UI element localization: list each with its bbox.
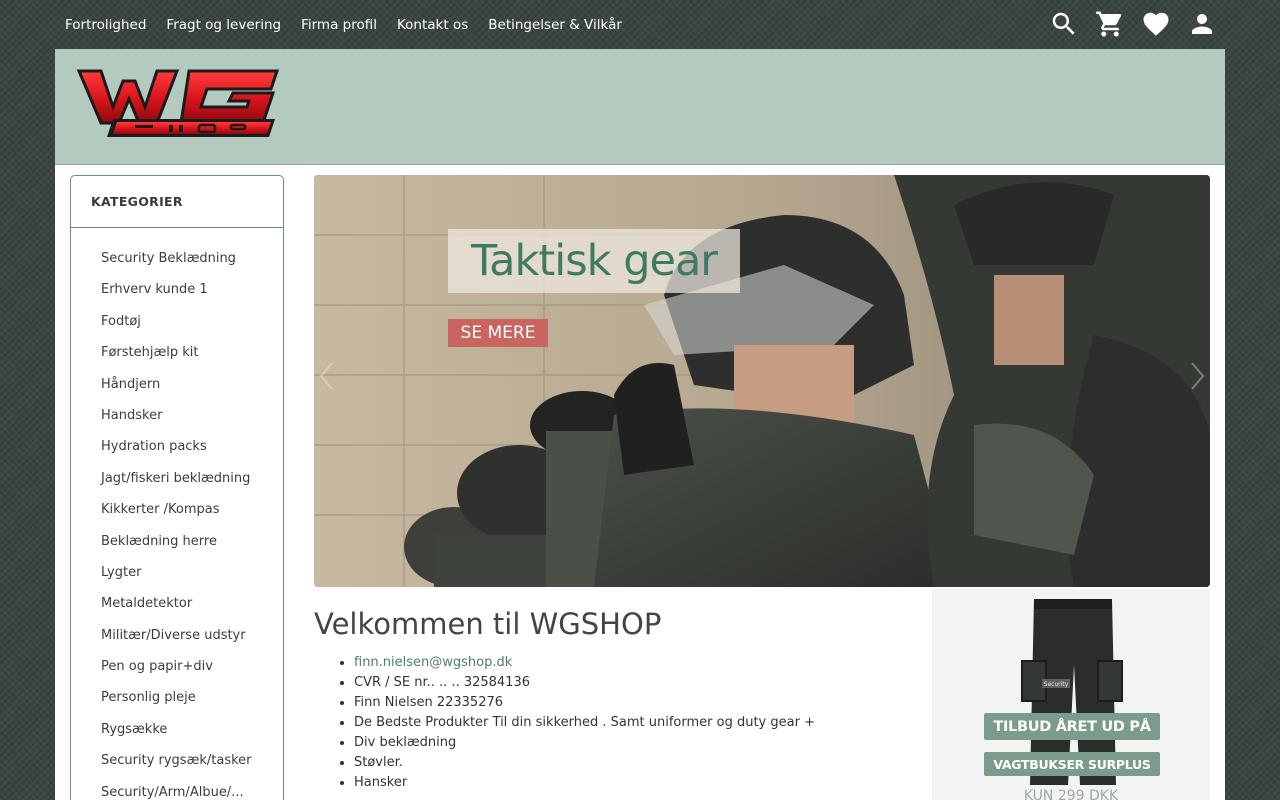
topnav-links: Fortrolighed Fragt og levering Firma pro… — [55, 0, 632, 49]
see-more-button[interactable]: SE MERE — [448, 319, 548, 347]
promo-price: KUN 299 DKK — [1023, 788, 1119, 800]
list-item: CVR / SE nr.. .. .. 32584136 — [354, 673, 815, 693]
nav-link-terms[interactable]: Betingelser & Vilkår — [478, 17, 632, 33]
category-item[interactable]: Fodtøj — [71, 306, 283, 337]
category-item[interactable]: Security/Arm/Albue/... — [71, 777, 283, 800]
nav-link-company-profile[interactable]: Firma profil — [291, 17, 387, 33]
company-info-list: finn.nielsen@wgshop.dk CVR / SE nr.. .. … — [314, 653, 815, 793]
promo-banner-product: VAGTBUKSER SURPLUS — [984, 752, 1160, 776]
list-item: finn.nielsen@wgshop.dk — [354, 653, 815, 673]
site-logo[interactable] — [76, 67, 282, 141]
category-item[interactable]: Rygsække — [71, 714, 283, 745]
nav-link-shipping[interactable]: Fragt og levering — [156, 17, 291, 33]
slide-title-box: Taktisk gear — [448, 229, 740, 293]
heart-icon[interactable] — [1140, 8, 1172, 40]
category-item[interactable]: Militær/Diverse udstyr — [71, 620, 283, 651]
category-item[interactable]: Lygter — [71, 557, 283, 588]
search-icon[interactable] — [1048, 8, 1080, 40]
promo-banner[interactable]: Security TILBUD ÅRET UD PÅ VAGTBUKSER SU… — [932, 589, 1210, 800]
topnav-icon-group — [1048, 8, 1218, 40]
header-band — [55, 49, 1225, 165]
category-item[interactable]: Førstehjælp kit — [71, 337, 283, 368]
list-item: Div beklædning — [354, 733, 815, 753]
category-item[interactable]: Pen og papir+div — [71, 651, 283, 682]
page-container: KATEGORIER Security Beklædning Erhverv k… — [55, 49, 1225, 800]
list-item: Støvler. — [354, 753, 815, 773]
category-item[interactable]: Beklædning herre — [71, 526, 283, 557]
list-item: De Bedste Produkter Til din sikkerhed . … — [354, 713, 815, 733]
list-item: Hansker — [354, 773, 815, 793]
user-icon[interactable] — [1186, 8, 1218, 40]
category-item[interactable]: Handsker — [71, 400, 283, 431]
hero-slider[interactable]: Taktisk gear SE MERE — [314, 175, 1210, 587]
slide-title: Taktisk gear — [471, 236, 718, 286]
category-sidebar: KATEGORIER Security Beklædning Erhverv k… — [70, 175, 284, 800]
category-item[interactable]: Hydration packs — [71, 431, 283, 462]
category-item[interactable]: Metaldetektor — [71, 588, 283, 619]
category-list: Security Beklædning Erhverv kunde 1 Fodt… — [71, 228, 283, 800]
category-item[interactable]: Personlig pleje — [71, 682, 283, 713]
nav-link-privacy[interactable]: Fortrolighed — [55, 17, 156, 33]
list-item: Finn Nielsen 22335276 — [354, 693, 815, 713]
welcome-title: Velkommen til WGSHOP — [314, 607, 662, 641]
slider-prev-arrow-icon[interactable] — [318, 361, 336, 391]
nav-link-contact[interactable]: Kontakt os — [387, 17, 478, 33]
security-patch-text: Security — [1044, 681, 1069, 688]
top-navigation: Fortrolighed Fragt og levering Firma pro… — [0, 0, 1280, 49]
cart-icon[interactable] — [1094, 8, 1126, 40]
category-item[interactable]: Håndjern — [71, 369, 283, 400]
sidebar-heading: KATEGORIER — [71, 176, 283, 228]
promo-banner-offer: TILBUD ÅRET UD PÅ — [984, 713, 1160, 740]
category-item[interactable]: Erhverv kunde 1 — [71, 274, 283, 305]
email-link[interactable]: finn.nielsen@wgshop.dk — [354, 655, 512, 670]
category-item[interactable]: Security Beklædning — [71, 243, 283, 274]
category-item[interactable]: Kikkerter /Kompas — [71, 494, 283, 525]
category-item[interactable]: Security rygsæk/tasker — [71, 745, 283, 776]
slider-next-arrow-icon[interactable] — [1188, 361, 1206, 391]
category-item[interactable]: Jagt/fiskeri beklædning — [71, 463, 283, 494]
